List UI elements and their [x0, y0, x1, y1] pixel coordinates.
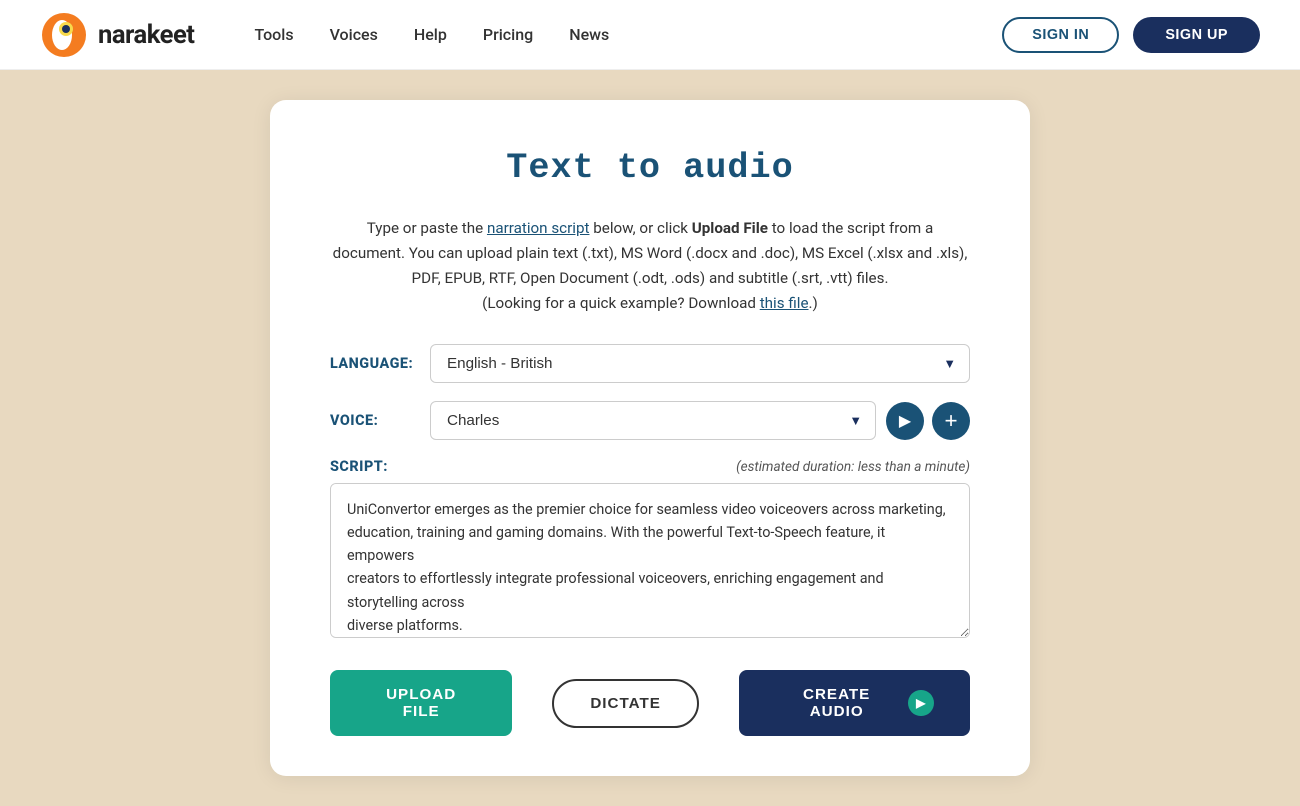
- nav-pricing[interactable]: Pricing: [483, 25, 533, 44]
- upload-file-bold: Upload File: [692, 219, 768, 237]
- upload-file-button[interactable]: UPLOAD FILE: [330, 670, 512, 736]
- example-text: (Looking for a quick example? Download t…: [482, 294, 818, 312]
- main-wrapper: Text to audio Type or paste the narratio…: [0, 70, 1300, 806]
- signin-button[interactable]: SIGN IN: [1002, 17, 1119, 53]
- voice-label: VOICE:: [330, 412, 430, 429]
- desc-part1: Type or paste the: [367, 219, 487, 237]
- page-title: Text to audio: [330, 148, 970, 188]
- voice-select[interactable]: Charles: [430, 401, 876, 440]
- voice-play-button[interactable]: ▶: [886, 402, 924, 440]
- nav-news[interactable]: News: [569, 25, 609, 44]
- nav-tools[interactable]: Tools: [254, 25, 293, 44]
- language-label: LANGUAGE:: [330, 355, 430, 372]
- logo-area: narakeet: [40, 11, 194, 59]
- duration-text: (estimated duration: less than a minute): [736, 459, 970, 475]
- logo-text: narakeet: [98, 20, 194, 50]
- header-buttons: SIGN IN SIGN UP: [1002, 17, 1260, 53]
- bottom-buttons: UPLOAD FILE DICTATE CREATE AUDIO ▶: [330, 670, 970, 736]
- script-textarea[interactable]: UniConvertor emerges as the premier choi…: [330, 483, 970, 638]
- script-label: SCRIPT:: [330, 458, 388, 475]
- nav-voices[interactable]: Voices: [330, 25, 378, 44]
- description-text: Type or paste the narration script below…: [330, 216, 970, 316]
- voice-select-wrapper: Charles ▼: [430, 401, 876, 440]
- dictate-button[interactable]: DICTATE: [552, 679, 699, 728]
- logo-icon: [40, 11, 88, 59]
- create-audio-label: CREATE AUDIO: [775, 686, 899, 720]
- this-file-link[interactable]: this file: [760, 294, 809, 312]
- play-icon: ▶: [899, 411, 911, 431]
- create-audio-button[interactable]: CREATE AUDIO ▶: [739, 670, 970, 736]
- voice-controls: ▶ +: [886, 402, 970, 440]
- narration-script-link[interactable]: narration script: [487, 219, 590, 237]
- language-select[interactable]: English - British: [430, 344, 970, 383]
- nav-help[interactable]: Help: [414, 25, 447, 44]
- script-header-row: SCRIPT: (estimated duration: less than a…: [330, 458, 970, 475]
- voice-row: VOICE: Charles ▼ ▶ +: [330, 401, 970, 440]
- language-select-wrapper: English - British ▼: [430, 344, 970, 383]
- signup-button[interactable]: SIGN UP: [1133, 17, 1260, 53]
- main-nav: Tools Voices Help Pricing News: [254, 25, 1002, 44]
- language-row: LANGUAGE: English - British ▼: [330, 344, 970, 383]
- create-play-icon: ▶: [908, 690, 934, 716]
- plus-icon: +: [944, 408, 957, 434]
- voice-add-button[interactable]: +: [932, 402, 970, 440]
- main-card: Text to audio Type or paste the narratio…: [270, 100, 1030, 776]
